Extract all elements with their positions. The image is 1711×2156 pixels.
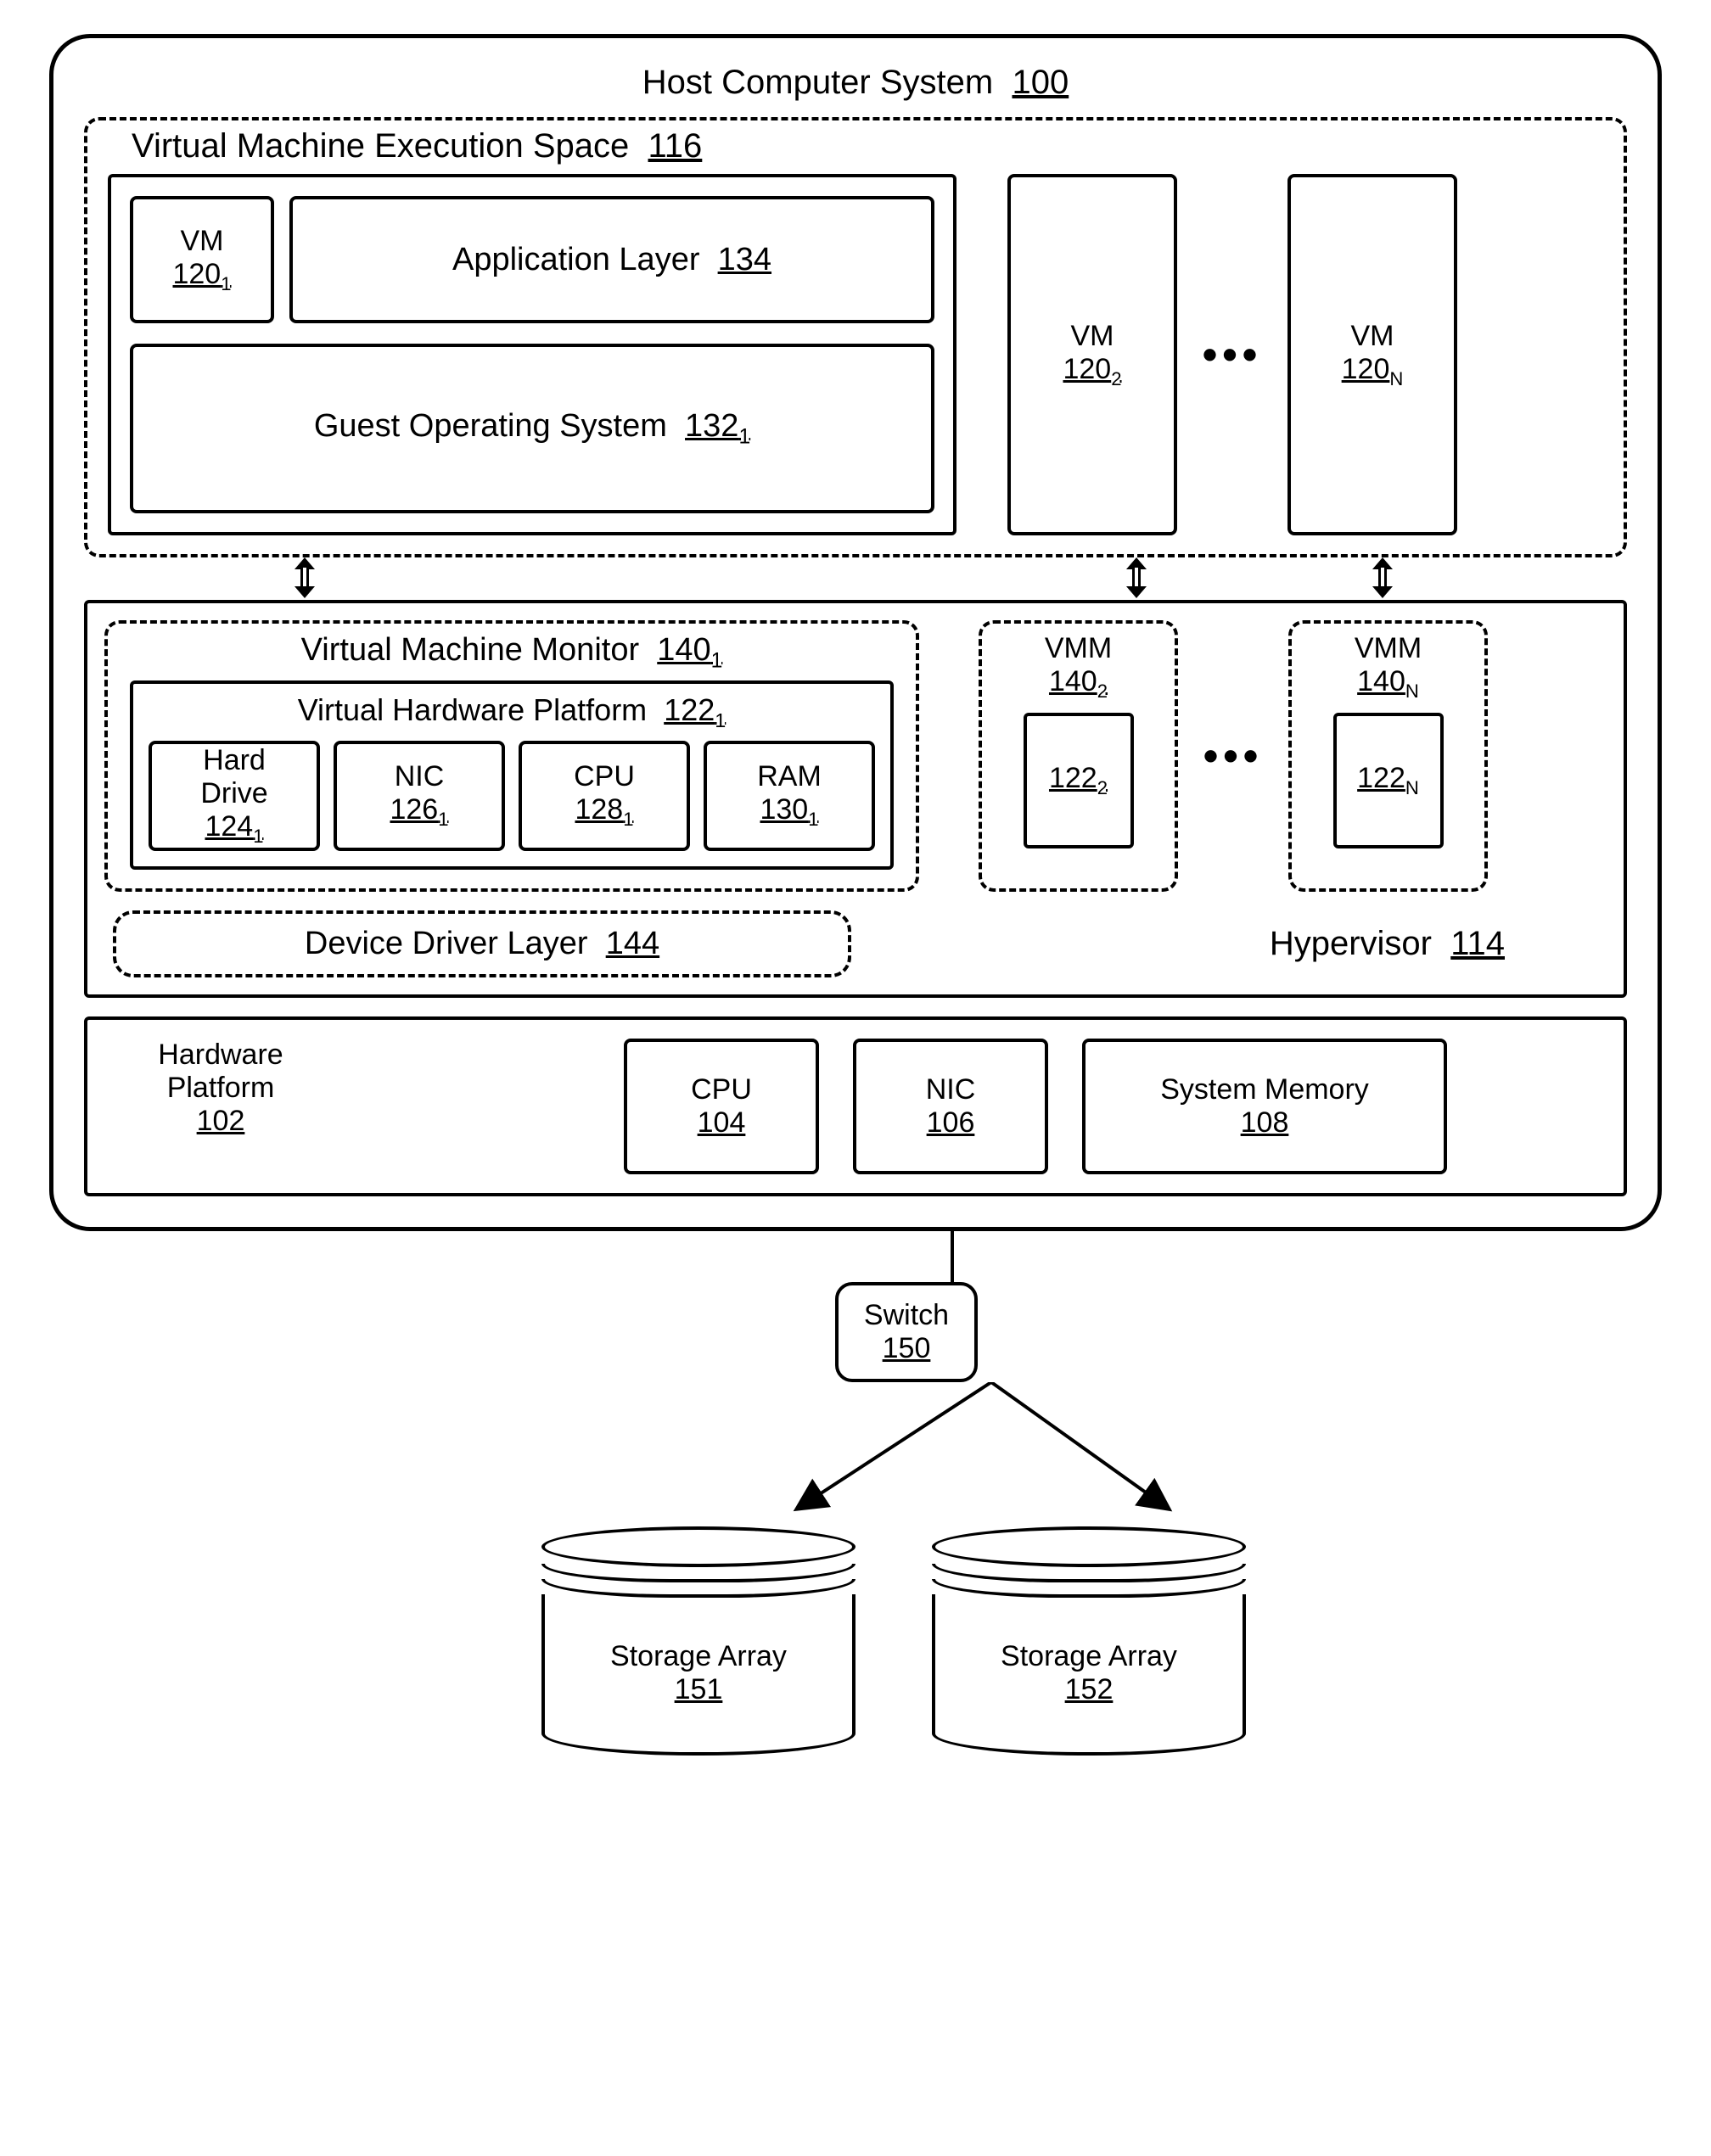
vmm-1: Virtual Machine Monitor 1401 Virtual Har…: [104, 620, 919, 892]
vm-execution-space: Virtual Machine Execution Space 116 VM 1…: [84, 117, 1627, 557]
vm-1: VM 1201 Application Layer 134 Guest Oper…: [108, 174, 956, 535]
vm1-ref: 1201: [172, 258, 231, 295]
ellipsis: •••: [1195, 620, 1271, 892]
vmm-2: VMM 1402 1222: [979, 620, 1178, 892]
virtual-hard-drive: Hard Drive 1241: [149, 741, 320, 851]
vhp-title: Virtual Hardware Platform 1221: [149, 692, 875, 732]
application-layer: Application Layer 134: [289, 196, 934, 323]
split-arrows-icon: [694, 1382, 1288, 1526]
arrows-row: [84, 557, 1627, 600]
ellipsis: •••: [1194, 174, 1271, 535]
vmexec-label: Virtual Machine Execution Space: [132, 127, 629, 165]
hypervisor-box: Virtual Machine Monitor 1401 Virtual Har…: [84, 600, 1627, 998]
vmexec-title: Virtual Machine Execution Space 116: [108, 127, 1603, 165]
host-label: Host Computer System: [642, 64, 993, 101]
guest-os: Guest Operating System 1321: [130, 344, 934, 513]
bidir-arrow-icon: [1125, 557, 1148, 598]
bidir-arrow-icon: [1371, 557, 1394, 598]
switch: Switch 150: [835, 1282, 978, 1382]
storage-array-1: Storage Array 151: [541, 1526, 856, 1756]
host-title: Host Computer System 100: [84, 64, 1627, 102]
storage-array-2: Storage Array 152: [932, 1526, 1246, 1756]
virtual-nic: NIC 1261: [334, 741, 505, 851]
vmm2-inner: 1222: [1024, 713, 1134, 848]
vmexec-ref: 116: [648, 127, 703, 165]
hardware-platform: Hardware Platform 102 CPU 104 NIC 106 Sy…: [84, 1016, 1627, 1196]
hw-platform-label: Hardware Platform 102: [106, 1039, 335, 1174]
host-computer-system: Host Computer System 100 Virtual Machine…: [49, 34, 1662, 1231]
vmmn-inner: 122N: [1333, 713, 1444, 848]
vm-n: VM 120N: [1287, 174, 1457, 535]
device-driver-layer: Device Driver Layer 144: [113, 910, 851, 977]
virtual-cpu: CPU 1281: [519, 741, 690, 851]
system-memory: System Memory 108: [1082, 1039, 1447, 1174]
virtual-hardware-platform: Virtual Hardware Platform 1221 Hard Driv…: [130, 680, 894, 870]
hypervisor-label: Hypervisor 114: [1270, 925, 1505, 963]
network-area: Switch 150 Storage Array 151: [49, 1231, 1662, 1756]
vm1-label: VM: [181, 225, 224, 258]
bidir-arrow-icon: [293, 557, 317, 598]
cpu: CPU 104: [624, 1039, 819, 1174]
nic: NIC 106: [853, 1039, 1048, 1174]
connector-line: [951, 1231, 954, 1282]
virtual-ram: RAM 1301: [704, 741, 875, 851]
vm1-label-box: VM 1201: [130, 196, 274, 323]
host-ref: 100: [1012, 64, 1069, 101]
vmm-n: VMM 140N 122N: [1288, 620, 1488, 892]
vmm1-title: Virtual Machine Monitor 1401: [130, 632, 894, 674]
vm-2: VM 1202: [1007, 174, 1177, 535]
